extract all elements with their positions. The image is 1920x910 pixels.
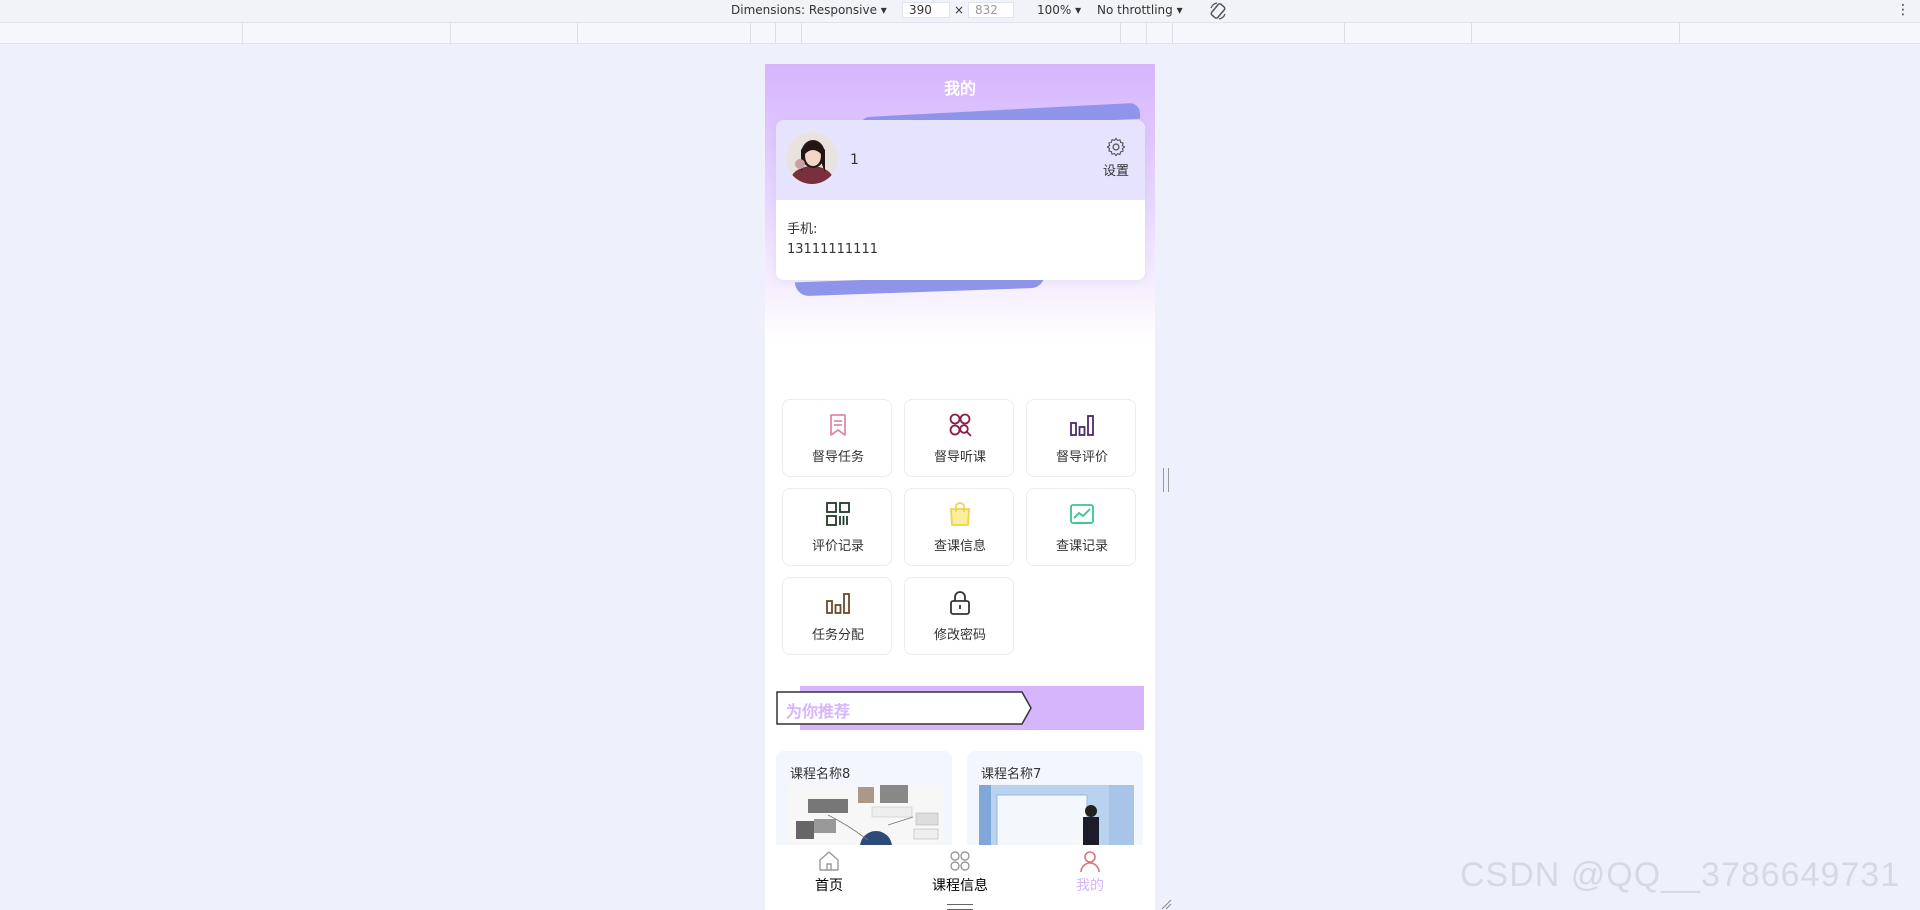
avatar[interactable] [786,132,838,184]
width-input[interactable]: 390 [902,2,950,18]
menu-item-label: 任务分配 [811,628,864,643]
username: 1 [850,152,859,168]
course-name: 课程名称8 [790,767,851,782]
menu-item-label: 查课记录 [1055,539,1108,554]
viewport-resize-handle[interactable] [1163,468,1169,492]
tab-mine[interactable]: 我的 [1050,849,1130,895]
menu-item-label: 评价记录 [811,539,864,554]
more-options-icon[interactable]: ⋮ [1896,2,1910,18]
menu-item-course-check-records[interactable]: 查课记录 [1026,488,1136,566]
shopping-bag-icon [950,502,970,526]
menu-item-change-password[interactable]: 修改密码 [904,577,1014,655]
home-icon [819,851,839,871]
throttling-dropdown[interactable]: No throttling ▾ [1097,3,1183,17]
image-chart-icon [1070,504,1094,524]
rotate-icon[interactable] [1207,0,1229,22]
home-indicator [947,904,973,910]
tab-home[interactable]: 首页 [789,849,869,895]
course-name: 课程名称7 [981,767,1042,782]
tab-label: 我的 [1076,878,1104,894]
menu-item-evaluation-records[interactable]: 评价记录 [782,488,892,566]
resize-corner-icon[interactable] [1160,898,1172,910]
bottom-tab-bar: 首页 课程信息 我的 [765,845,1155,910]
tab-label: 首页 [815,878,843,894]
user-icon [1080,851,1100,873]
menu-item-supervision-task[interactable]: 督导任务 [782,399,892,477]
menu-item-label: 修改密码 [933,628,986,643]
menu-item-supervision-evaluate[interactable]: 督导评价 [1026,399,1136,477]
bar-chart-icon [1070,415,1094,436]
tab-label: 课程信息 [932,878,988,894]
devtools-toolbar: Dimensions: Responsive ▾ 390 × 832 100% … [0,0,1920,23]
menu-item-course-check-info[interactable]: 查课信息 [904,488,1014,566]
menu-item-label: 督导听课 [933,450,986,465]
settings-button[interactable]: 设置 [1098,136,1134,179]
course-card[interactable]: 课程名称8 [776,751,952,851]
menu-item-label: 督导评价 [1055,450,1108,465]
menu-item-task-assignment[interactable]: 任务分配 [782,577,892,655]
media-query-ruler [0,23,1920,44]
settings-label: 设置 [1102,164,1129,179]
phone-value: 13111111111 [787,242,878,257]
grid-icon [950,851,970,871]
times-sign: × [954,3,965,17]
circles-search-icon [949,413,972,437]
watermark: CSDN @QQ__3786649731 [1460,856,1901,894]
bar-chart-icon [826,593,850,614]
gear-icon [1106,137,1126,157]
course-thumbnail [788,785,943,851]
menu-item-supervision-attend[interactable]: 督导听课 [904,399,1014,477]
course-card[interactable]: 课程名称7 [967,751,1143,851]
dimensions-dropdown[interactable]: Dimensions: Responsive ▾ [731,3,887,17]
lock-icon [950,591,970,615]
page-title: 我的 [943,79,976,98]
qrcode-icon [826,502,850,526]
profile-card: 1 设置 手机: 13111111111 [776,120,1145,280]
course-thumbnail [979,785,1134,851]
menu-item-label: 督导任务 [811,450,864,465]
phone-label: 手机: [787,222,818,237]
tab-course-info[interactable]: 课程信息 [920,849,1000,895]
bookmark-icon [830,414,846,436]
height-input[interactable]: 832 [968,2,1014,18]
phone-viewport: 我的 1 设置 手机: 13111111111 督导任务 督导听课 督导评价 评… [765,64,1155,910]
menu-item-label: 查课信息 [933,539,986,554]
recommend-title: 为你推荐 [786,702,851,721]
zoom-dropdown[interactable]: 100% ▾ [1037,3,1081,17]
